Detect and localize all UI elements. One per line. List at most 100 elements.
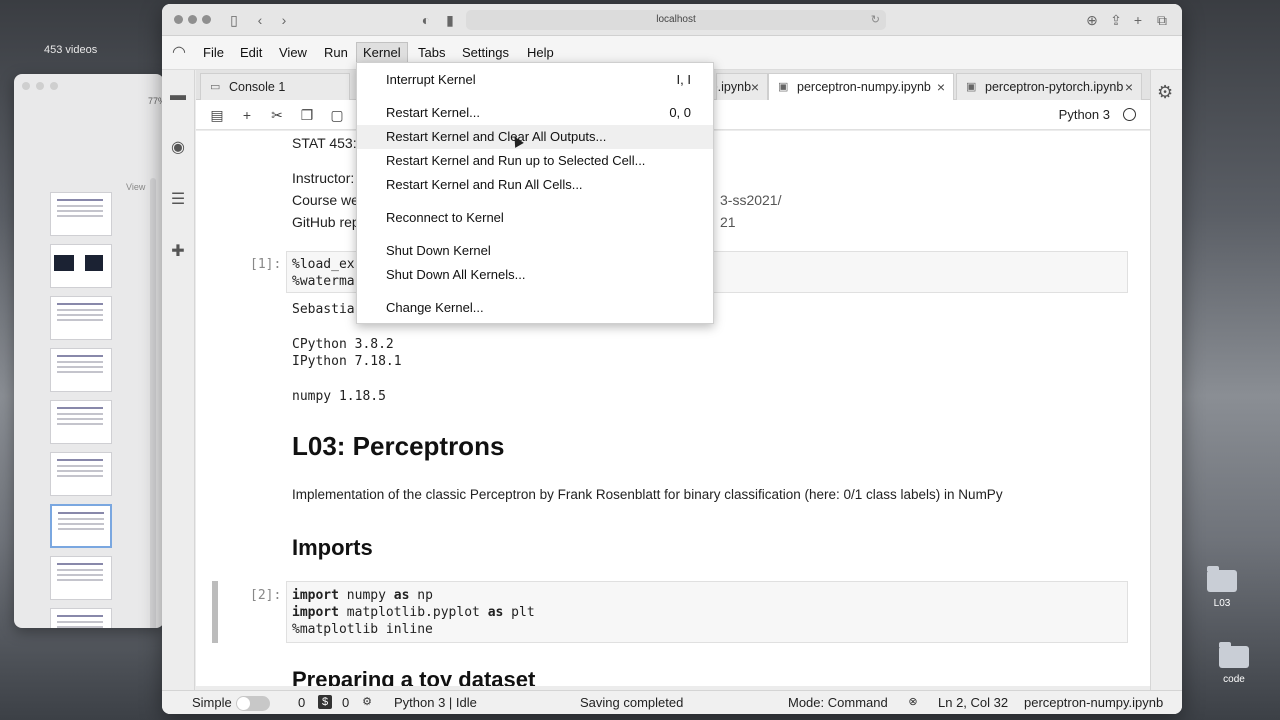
desktop-folder-code[interactable]: code bbox=[1204, 642, 1264, 685]
menu-file[interactable]: File bbox=[196, 44, 231, 61]
slide-thumbnail[interactable] bbox=[50, 452, 112, 496]
menu-kernel[interactable]: Kernel bbox=[356, 42, 408, 63]
simple-mode-toggle[interactable] bbox=[236, 696, 270, 711]
add-cell-icon[interactable]: + bbox=[238, 106, 256, 124]
menu-item-reconnect-kernel[interactable]: Reconnect to Kernel bbox=[357, 206, 713, 230]
menu-item-restart-clear-outputs[interactable]: Restart Kernel and Clear All Outputs... bbox=[357, 125, 713, 149]
kernel-gear-icon[interactable]: ⚙ bbox=[360, 695, 374, 709]
slide-thumbnail[interactable] bbox=[50, 296, 112, 340]
menu-settings[interactable]: Settings bbox=[455, 44, 516, 61]
code-line: import numpy as np bbox=[292, 588, 433, 603]
forward-arrow-icon[interactable]: › bbox=[274, 10, 294, 30]
menu-view[interactable]: View bbox=[272, 44, 314, 61]
thumbnail-scrollbar[interactable] bbox=[150, 178, 156, 628]
browser-titlebar: ▯ ‹ › ◐ ▮ localhost ↻ ⊕ ⇪ + ⧉ bbox=[162, 4, 1182, 36]
notebook-icon: ▣ bbox=[966, 81, 977, 93]
menu-item-change-kernel[interactable]: Change Kernel... bbox=[357, 296, 713, 320]
save-icon[interactable]: ▤ bbox=[208, 106, 226, 124]
menu-item-label: Restart Kernel and Run up to Selected Ce… bbox=[386, 153, 646, 168]
terminal-count: 0 bbox=[298, 695, 306, 710]
zoom-window-button[interactable] bbox=[202, 15, 211, 24]
address-bar[interactable]: localhost ↻ bbox=[466, 10, 886, 30]
close-tab-icon[interactable]: × bbox=[937, 74, 945, 100]
folder-icon[interactable]: ▬ bbox=[168, 86, 188, 106]
paste-icon[interactable]: ▢ bbox=[328, 106, 346, 124]
menu-item-shutdown-kernel[interactable]: Shut Down Kernel bbox=[357, 239, 713, 263]
trust-shield-icon[interactable]: ⊗ bbox=[906, 695, 920, 709]
tab-label: Console 1 bbox=[229, 80, 286, 94]
download-icon[interactable]: ⊕ bbox=[1082, 10, 1102, 30]
slide-thumbnail[interactable] bbox=[50, 608, 112, 628]
menu-item-shutdown-all-kernels[interactable]: Shut Down All Kernels... bbox=[357, 263, 713, 287]
close-window-button[interactable] bbox=[174, 15, 183, 24]
reload-icon[interactable]: ↻ bbox=[871, 10, 880, 30]
menu-tabs[interactable]: Tabs bbox=[411, 44, 452, 61]
kernel-name[interactable]: Python 3 bbox=[1059, 107, 1110, 122]
notebook-icon: ▣ bbox=[778, 81, 789, 93]
window-controls[interactable] bbox=[22, 82, 58, 90]
menu-item-interrupt-kernel[interactable]: Interrupt Kernel I, I bbox=[357, 68, 713, 92]
back-arrow-icon[interactable]: ‹ bbox=[250, 10, 270, 30]
slides-window[interactable]: 77% View bbox=[14, 74, 164, 628]
sidebar-toggle-icon[interactable]: ▯ bbox=[224, 10, 244, 30]
menu-item-label: Restart Kernel... bbox=[386, 105, 480, 120]
github-link[interactable]: 21 bbox=[720, 214, 736, 230]
jupyter-logo-icon: ◠ bbox=[172, 44, 186, 61]
course-website-text: Course we bbox=[292, 192, 359, 208]
table-of-contents-icon[interactable]: ☰ bbox=[168, 190, 188, 210]
close-tab-icon[interactable]: × bbox=[751, 74, 759, 100]
extensions-icon[interactable]: ✚ bbox=[168, 242, 188, 262]
menu-item-label: Shut Down All Kernels... bbox=[386, 267, 526, 282]
close-tab-icon[interactable]: × bbox=[1125, 74, 1133, 100]
menu-run[interactable]: Run bbox=[317, 44, 355, 61]
menu-item-restart-kernel[interactable]: Restart Kernel... 0, 0 bbox=[357, 101, 713, 125]
menu-item-label: Interrupt Kernel bbox=[386, 72, 476, 87]
tab-example-notebook[interactable]: ple.ipynb × bbox=[716, 73, 768, 100]
folder-icon bbox=[1219, 642, 1249, 668]
terminal-icon[interactable]: $ bbox=[318, 695, 332, 709]
copy-icon[interactable]: ❐ bbox=[298, 106, 316, 124]
kernel-status[interactable]: Python 3 | Idle bbox=[394, 695, 477, 710]
slide-thumbnail[interactable] bbox=[50, 400, 112, 444]
tab-label: perceptron-numpy.ipynb bbox=[797, 80, 931, 94]
slide-thumbnail[interactable] bbox=[50, 244, 112, 288]
menu-edit[interactable]: Edit bbox=[233, 44, 269, 61]
tab-console[interactable]: ▭ Console 1 bbox=[200, 73, 350, 100]
course-website-link[interactable]: 3-ss2021/ bbox=[720, 192, 781, 208]
kernel-count: 0 bbox=[342, 695, 350, 710]
menu-item-restart-run-to-selected[interactable]: Restart Kernel and Run up to Selected Ce… bbox=[357, 149, 713, 173]
folder-icon bbox=[1207, 566, 1237, 592]
menu-item-restart-run-all[interactable]: Restart Kernel and Run All Cells... bbox=[357, 173, 713, 197]
code-line: import matplotlib.pyplot as plt bbox=[292, 605, 535, 620]
menu-item-label: Change Kernel... bbox=[386, 300, 484, 315]
tab-overview-icon[interactable]: ⧉ bbox=[1152, 10, 1172, 30]
heading-dataset: Preparing a toy dataset bbox=[292, 667, 536, 686]
tab-perceptron-numpy[interactable]: ▣ perceptron-numpy.ipynb × bbox=[768, 73, 954, 101]
privacy-shield-icon[interactable]: ◐ bbox=[416, 10, 436, 30]
slide-thumbnail[interactable] bbox=[50, 192, 112, 236]
menu-help[interactable]: Help bbox=[520, 44, 561, 61]
desktop-video-count: 453 videos bbox=[44, 44, 98, 56]
running-kernels-icon[interactable]: ◉ bbox=[168, 138, 188, 158]
slide-thumbnail-selected[interactable] bbox=[50, 504, 112, 548]
code-line: %matplotlib inline bbox=[292, 622, 433, 637]
minimize-window-button[interactable] bbox=[188, 15, 197, 24]
heading-perceptrons: L03: Perceptrons bbox=[292, 431, 505, 461]
slide-thumbnail[interactable] bbox=[50, 556, 112, 600]
desktop-folder-l03[interactable]: L03 bbox=[1192, 566, 1252, 609]
current-file: perceptron-numpy.ipynb bbox=[1024, 695, 1164, 710]
property-inspector-gear-icon[interactable]: ⚙ bbox=[1157, 82, 1173, 103]
cell-prompt: [2]: bbox=[250, 588, 282, 603]
share-icon[interactable]: ⇪ bbox=[1106, 10, 1126, 30]
new-tab-icon[interactable]: + bbox=[1128, 10, 1148, 30]
code-line: %load_ex bbox=[292, 257, 355, 272]
cursor-position[interactable]: Ln 2, Col 32 bbox=[938, 695, 1008, 710]
code-line: %waterma bbox=[292, 274, 355, 289]
heading-imports: Imports bbox=[292, 535, 373, 560]
reader-icon[interactable]: ▮ bbox=[440, 10, 460, 30]
cut-icon[interactable]: ✂ bbox=[268, 106, 286, 124]
github-text: GitHub rep bbox=[292, 214, 360, 230]
menu-item-label: Restart Kernel and Run All Cells... bbox=[386, 177, 583, 192]
tab-perceptron-pytorch[interactable]: ▣ perceptron-pytorch.ipynb × bbox=[956, 73, 1142, 100]
slide-thumbnail[interactable] bbox=[50, 348, 112, 392]
